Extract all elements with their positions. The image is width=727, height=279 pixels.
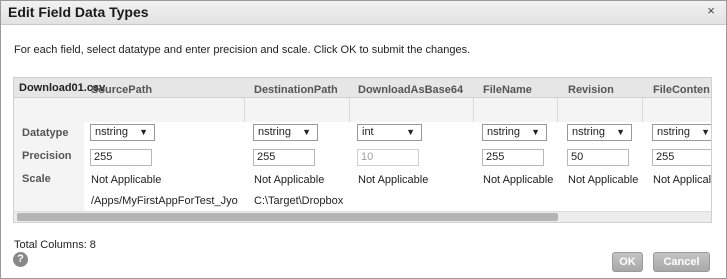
precision-field-destinationpath[interactable]: 255 bbox=[253, 149, 315, 166]
column-divider[interactable] bbox=[244, 98, 245, 122]
datatype-value: nstring bbox=[657, 126, 691, 138]
chevron-down-icon: ▼ bbox=[531, 127, 540, 137]
dialog-titlebar: Edit Field Data Types × bbox=[1, 1, 726, 25]
value-destinationpath: C:\Target\Dropbox bbox=[254, 195, 344, 207]
datatype-value: int bbox=[362, 126, 374, 138]
chevron-down-icon: ▼ bbox=[406, 127, 415, 137]
column-header-sourcepath[interactable]: SourcePath bbox=[91, 84, 152, 96]
scale-revision: Not Applicable bbox=[568, 174, 639, 186]
datatype-value: nstring bbox=[572, 126, 606, 138]
scale-sourcepath: Not Applicable bbox=[91, 174, 162, 186]
precision-field-filecontent[interactable]: 255 bbox=[652, 149, 711, 166]
close-icon[interactable]: × bbox=[704, 4, 718, 18]
datatype-select-filename[interactable]: nstring ▼ bbox=[482, 124, 547, 141]
column-divider[interactable] bbox=[349, 98, 350, 122]
scale-row-label: Scale bbox=[22, 173, 51, 185]
datatype-select-revision[interactable]: nstring ▼ bbox=[567, 124, 632, 141]
chevron-down-icon: ▼ bbox=[302, 127, 311, 137]
datatype-select-filecontent[interactable]: nstring ▼ bbox=[652, 124, 711, 141]
datatype-select-destinationpath[interactable]: nstring ▼ bbox=[253, 124, 318, 141]
ok-button[interactable]: OK bbox=[612, 252, 643, 272]
field-grid: Download01.csv Datatype Precision Scale … bbox=[13, 77, 712, 223]
precision-field-filename[interactable]: 255 bbox=[482, 149, 544, 166]
datatype-select-downloadasbase64[interactable]: int ▼ bbox=[357, 124, 422, 141]
scale-filename: Not Applicable bbox=[483, 174, 554, 186]
column-header-filename[interactable]: FileName bbox=[483, 84, 532, 96]
chevron-down-icon: ▼ bbox=[701, 127, 710, 137]
datatype-select-sourcepath[interactable]: nstring ▼ bbox=[90, 124, 155, 141]
value-label-cell bbox=[14, 190, 84, 211]
precision-field-revision[interactable]: 50 bbox=[567, 149, 629, 166]
scrollbar-thumb[interactable] bbox=[17, 213, 558, 221]
datatype-value: nstring bbox=[258, 126, 292, 138]
total-columns-text: Total Columns: 8 bbox=[14, 239, 96, 251]
scale-downloadasbase64: Not Applicable bbox=[358, 174, 429, 186]
chevron-down-icon: ▼ bbox=[139, 127, 148, 137]
column-header-row bbox=[14, 98, 711, 122]
scale-destinationpath: Not Applicable bbox=[254, 174, 325, 186]
column-divider[interactable] bbox=[473, 98, 474, 122]
dialog-title: Edit Field Data Types bbox=[8, 4, 149, 20]
help-icon[interactable]: ? bbox=[13, 252, 28, 267]
column-divider[interactable] bbox=[642, 98, 643, 122]
column-header-downloadasbase64[interactable]: DownloadAsBase64 bbox=[358, 84, 463, 96]
column-divider[interactable] bbox=[557, 98, 558, 122]
horizontal-scrollbar[interactable] bbox=[14, 211, 711, 222]
datatype-value: nstring bbox=[95, 126, 129, 138]
value-sourcepath: /Apps/MyFirstAppForTest_Jyo bbox=[91, 195, 238, 207]
column-header-filecontent[interactable]: FileConten bbox=[653, 84, 710, 96]
datatype-value: nstring bbox=[487, 126, 521, 138]
precision-field-downloadasbase64: 10 bbox=[357, 149, 419, 166]
column-header-destinationpath[interactable]: DestinationPath bbox=[254, 84, 338, 96]
column-header-revision[interactable]: Revision bbox=[568, 84, 614, 96]
edit-field-data-types-dialog: Edit Field Data Types × For each field, … bbox=[0, 0, 727, 279]
datatype-row-label: Datatype bbox=[22, 127, 69, 139]
scale-filecontent: Not Applical bbox=[653, 174, 712, 186]
chevron-down-icon: ▼ bbox=[616, 127, 625, 137]
cancel-button[interactable]: Cancel bbox=[653, 252, 710, 272]
precision-row-label: Precision bbox=[22, 150, 72, 162]
instructions-text: For each field, select datatype and ente… bbox=[14, 44, 471, 56]
precision-field-sourcepath[interactable]: 255 bbox=[90, 149, 152, 166]
